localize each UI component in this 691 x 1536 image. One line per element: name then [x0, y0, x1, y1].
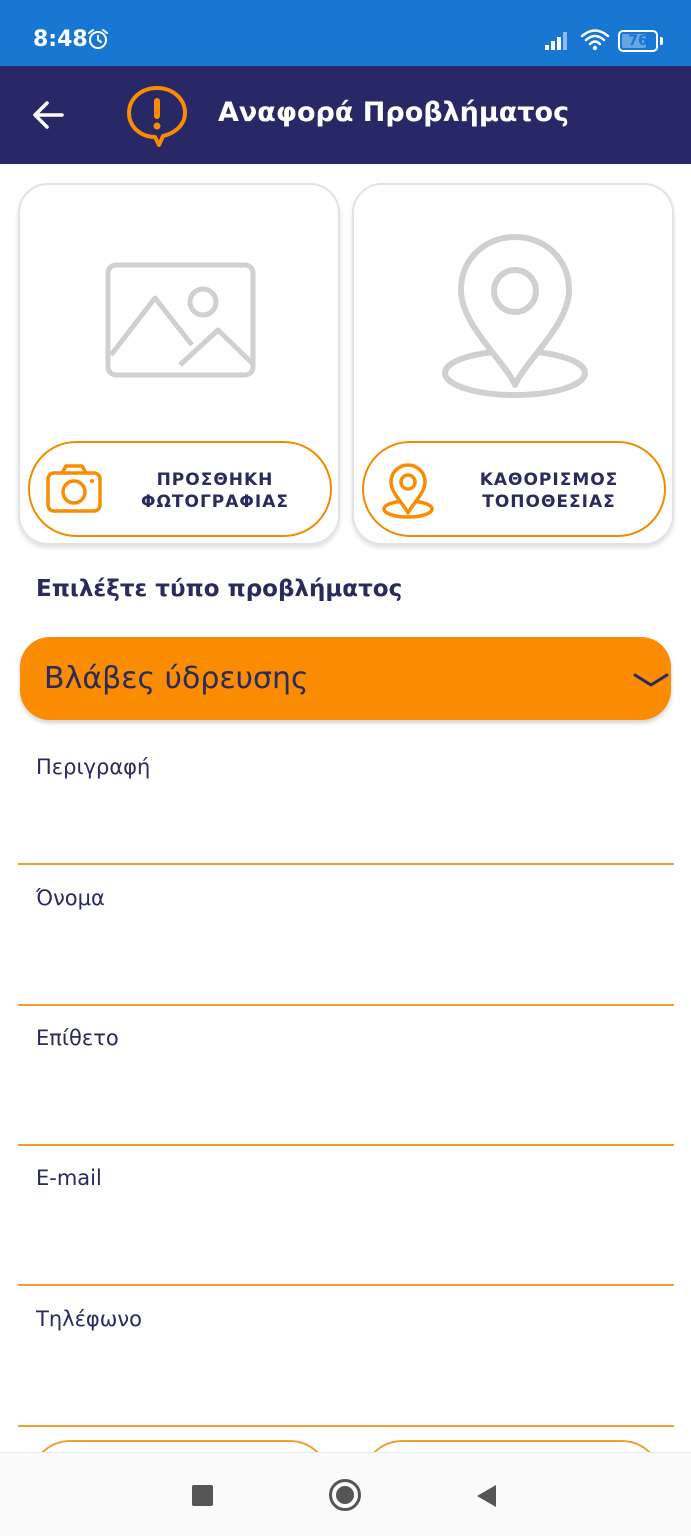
problem-type-selected: Βλάβες ύδρευσης: [44, 661, 309, 696]
app-bar: Αναφορά Προβλήματος: [0, 66, 691, 164]
add-photo-label: ΠΡΟΣΘΗΚΗ ΦΩΤΟΓΡΑΦΙΑΣ: [122, 469, 308, 513]
photo-card: ΠΡΟΣΘΗΚΗ ΦΩΤΟΓΡΑΦΙΑΣ: [18, 183, 340, 545]
set-location-label-line2: ΤΟΠΟΘΕΣΙΑΣ: [482, 492, 616, 512]
recent-apps-icon[interactable]: [192, 1485, 213, 1506]
battery-tip: [660, 37, 663, 45]
battery-icon: 76: [618, 30, 658, 52]
problem-type-dropdown[interactable]: Βλάβες ύδρευσης: [20, 637, 671, 720]
email-input[interactable]: [36, 1236, 664, 1276]
nav-back-icon[interactable]: [475, 1484, 497, 1512]
map-pin-icon: [380, 463, 436, 523]
battery-level: 76: [628, 33, 648, 49]
page-title: Αναφορά Προβλήματος: [218, 97, 570, 128]
alarm-icon: [87, 28, 109, 54]
signal-icon: [545, 30, 571, 54]
home-icon[interactable]: [329, 1479, 361, 1511]
arrow-left-icon: [33, 101, 64, 129]
add-photo-button[interactable]: ΠΡΟΣΘΗΚΗ ΦΩΤΟΓΡΑΦΙΑΣ: [28, 441, 332, 537]
first-name-input[interactable]: [36, 956, 664, 996]
set-location-label-line1: ΚΑΘΟΡΙΣΜΟΣ: [479, 470, 619, 490]
chevron-down-icon: [632, 671, 670, 693]
problem-type-label: Επιλέξτε τύπο προβλήματος: [36, 576, 403, 602]
email-field: E-mail: [18, 1166, 674, 1286]
location-card: ΚΑΘΟΡΙΣΜΟΣ ΤΟΠΟΘΕΣΙΑΣ: [352, 183, 674, 545]
add-photo-label-line1: ΠΡΟΣΘΗΚΗ: [156, 470, 274, 490]
phone-label: Τηλέφωνο: [36, 1307, 142, 1331]
wifi-icon: [580, 27, 610, 55]
add-photo-label-line2: ΦΩΤΟΓΡΑΦΙΑΣ: [141, 492, 289, 512]
camera-icon: [46, 463, 102, 519]
set-location-button[interactable]: ΚΑΘΟΡΙΣΜΟΣ ΤΟΠΟΘΕΣΙΑΣ: [362, 441, 666, 537]
system-nav-bar: [0, 1452, 691, 1536]
last-name-label: Επίθετο: [36, 1026, 119, 1050]
phone-field: Τηλέφωνο: [18, 1307, 674, 1427]
exclamation-bubble-icon: [124, 83, 190, 153]
description-input[interactable]: [36, 815, 664, 855]
description-field: Περιγραφή: [18, 745, 674, 865]
status-bar: 8:48 76: [0, 0, 691, 66]
map-pin-placeholder-icon: [354, 185, 672, 435]
first-name-field: Όνομα: [18, 886, 674, 1006]
home-icon-dot: [336, 1486, 354, 1504]
last-name-field: Επίθετο: [18, 1026, 674, 1146]
description-label: Περιγραφή: [36, 755, 151, 779]
set-location-label: ΚΑΘΟΡΙΣΜΟΣ ΤΟΠΟΘΕΣΙΑΣ: [456, 469, 642, 513]
phone-input[interactable]: [36, 1377, 664, 1417]
image-placeholder-icon: [20, 185, 338, 435]
email-label: E-mail: [36, 1166, 102, 1190]
last-name-input[interactable]: [36, 1096, 664, 1136]
status-time: 8:48: [33, 27, 88, 52]
back-button[interactable]: [28, 94, 70, 136]
first-name-label: Όνομα: [36, 886, 105, 910]
